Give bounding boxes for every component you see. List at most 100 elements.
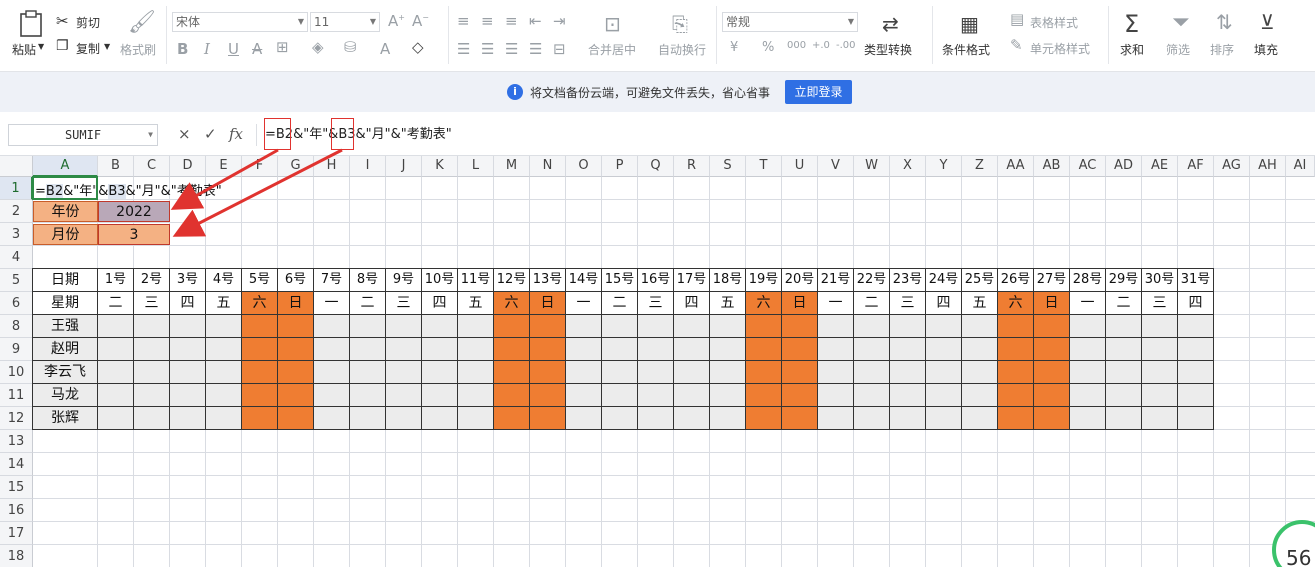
- column-header-AE[interactable]: AE: [1142, 156, 1178, 177]
- attendance-cell[interactable]: [494, 361, 530, 384]
- decrease-decimal-icon[interactable]: -.00: [836, 40, 856, 51]
- column-header-H[interactable]: H: [314, 156, 350, 177]
- day-header[interactable]: 1号: [98, 269, 134, 292]
- font-size-select[interactable]: 11 ▼: [310, 12, 380, 32]
- attendance-cell[interactable]: [170, 315, 206, 338]
- attendance-cell[interactable]: [422, 407, 458, 430]
- column-header-C[interactable]: C: [134, 156, 170, 177]
- type-convert-button[interactable]: ⇄ 类型转换: [862, 8, 924, 64]
- attendance-cell[interactable]: [1070, 361, 1106, 384]
- attendance-cell[interactable]: [242, 407, 278, 430]
- attendance-cell[interactable]: [314, 338, 350, 361]
- bucket-icon[interactable]: ⛁: [344, 38, 357, 56]
- fill-button[interactable]: ⊻ 填充: [1250, 8, 1292, 64]
- row-header-4[interactable]: 4: [0, 246, 33, 269]
- attendance-cell[interactable]: [134, 315, 170, 338]
- attendance-cell[interactable]: [530, 338, 566, 361]
- cell-b2-year-value[interactable]: 2022: [98, 201, 170, 222]
- copy-button[interactable]: ❐ 复制 ▼: [56, 38, 112, 58]
- weekday-cell[interactable]: 日: [782, 292, 818, 315]
- row-header-11[interactable]: 11: [0, 384, 33, 407]
- thousands-icon[interactable]: 000: [787, 40, 806, 51]
- attendance-cell[interactable]: [278, 315, 314, 338]
- attendance-cell[interactable]: [278, 361, 314, 384]
- weekday-header[interactable]: 星期: [33, 292, 98, 315]
- eraser-icon[interactable]: ◇: [412, 38, 424, 56]
- fill-color-icon[interactable]: ◈: [312, 38, 324, 56]
- currency-icon[interactable]: ¥: [730, 40, 738, 55]
- weekday-cell[interactable]: 六: [746, 292, 782, 315]
- font-color-icon[interactable]: A: [380, 40, 390, 58]
- weekday-cell[interactable]: 日: [530, 292, 566, 315]
- sum-button[interactable]: Σ 求和: [1114, 8, 1158, 64]
- attendance-cell[interactable]: [278, 407, 314, 430]
- attendance-cell[interactable]: [962, 361, 998, 384]
- attendance-cell[interactable]: [638, 315, 674, 338]
- attendance-cell[interactable]: [206, 407, 242, 430]
- strikethrough-icon[interactable]: A: [252, 40, 262, 58]
- column-header-G[interactable]: G: [278, 156, 314, 177]
- day-header[interactable]: 4号: [206, 269, 242, 292]
- attendance-cell[interactable]: [674, 338, 710, 361]
- attendance-cell[interactable]: [494, 384, 530, 407]
- attendance-cell[interactable]: [854, 384, 890, 407]
- conditional-format-button[interactable]: ▦ 条件格式: [940, 8, 1004, 64]
- weekday-cell[interactable]: 二: [1106, 292, 1142, 315]
- attendance-cell[interactable]: [1034, 338, 1070, 361]
- column-header-O[interactable]: O: [566, 156, 602, 177]
- attendance-cell[interactable]: [818, 407, 854, 430]
- decrease-font-icon[interactable]: A−: [412, 12, 429, 30]
- day-header[interactable]: 15号: [602, 269, 638, 292]
- day-header[interactable]: 20号: [782, 269, 818, 292]
- number-format-select[interactable]: 常规 ▼: [722, 12, 858, 32]
- border-icon[interactable]: ⊞: [276, 38, 289, 56]
- row-header-12[interactable]: 12: [0, 407, 33, 430]
- attendance-cell[interactable]: [998, 407, 1034, 430]
- weekday-cell[interactable]: 二: [350, 292, 386, 315]
- distribute-icon[interactable]: ⊟: [553, 40, 566, 58]
- wrap-text-button[interactable]: ⎘ 自动换行: [656, 8, 712, 64]
- attendance-cell[interactable]: [242, 338, 278, 361]
- attendance-cell[interactable]: [530, 407, 566, 430]
- column-header-F[interactable]: F: [242, 156, 278, 177]
- row-header-16[interactable]: 16: [0, 499, 33, 522]
- attendance-cell[interactable]: [746, 361, 782, 384]
- row-header-8[interactable]: 8: [0, 315, 33, 338]
- row-header-15[interactable]: 15: [0, 476, 33, 499]
- day-header[interactable]: 10号: [422, 269, 458, 292]
- attendance-cell[interactable]: [134, 361, 170, 384]
- attendance-cell[interactable]: [854, 361, 890, 384]
- attendance-cell[interactable]: [926, 384, 962, 407]
- align-right-icon[interactable]: ☰: [505, 40, 518, 58]
- attendance-cell[interactable]: [674, 361, 710, 384]
- attendance-cell[interactable]: [566, 338, 602, 361]
- column-header-A[interactable]: A: [33, 156, 98, 177]
- weekday-cell[interactable]: 六: [242, 292, 278, 315]
- attendance-cell[interactable]: [422, 361, 458, 384]
- attendance-cell[interactable]: [818, 315, 854, 338]
- day-header[interactable]: 9号: [386, 269, 422, 292]
- attendance-cell[interactable]: [1070, 338, 1106, 361]
- attendance-cell[interactable]: [602, 338, 638, 361]
- attendance-cell[interactable]: [350, 384, 386, 407]
- day-header[interactable]: 7号: [314, 269, 350, 292]
- employee-name[interactable]: 赵明: [33, 338, 98, 361]
- attendance-cell[interactable]: [98, 384, 134, 407]
- attendance-cell[interactable]: [674, 384, 710, 407]
- attendance-cell[interactable]: [1034, 361, 1070, 384]
- attendance-cell[interactable]: [1106, 338, 1142, 361]
- column-header-P[interactable]: P: [602, 156, 638, 177]
- column-header-AF[interactable]: AF: [1178, 156, 1214, 177]
- align-center-icon[interactable]: ☰: [481, 40, 494, 58]
- attendance-cell[interactable]: [1178, 361, 1214, 384]
- attendance-cell[interactable]: [962, 315, 998, 338]
- weekday-cell[interactable]: 二: [98, 292, 134, 315]
- attendance-cell[interactable]: [458, 315, 494, 338]
- column-header-AB[interactable]: AB: [1034, 156, 1070, 177]
- attendance-cell[interactable]: [638, 407, 674, 430]
- attendance-cell[interactable]: [962, 338, 998, 361]
- date-header[interactable]: 日期: [33, 269, 98, 292]
- attendance-cell[interactable]: [206, 384, 242, 407]
- weekday-cell[interactable]: 五: [206, 292, 242, 315]
- row-header-14[interactable]: 14: [0, 453, 33, 476]
